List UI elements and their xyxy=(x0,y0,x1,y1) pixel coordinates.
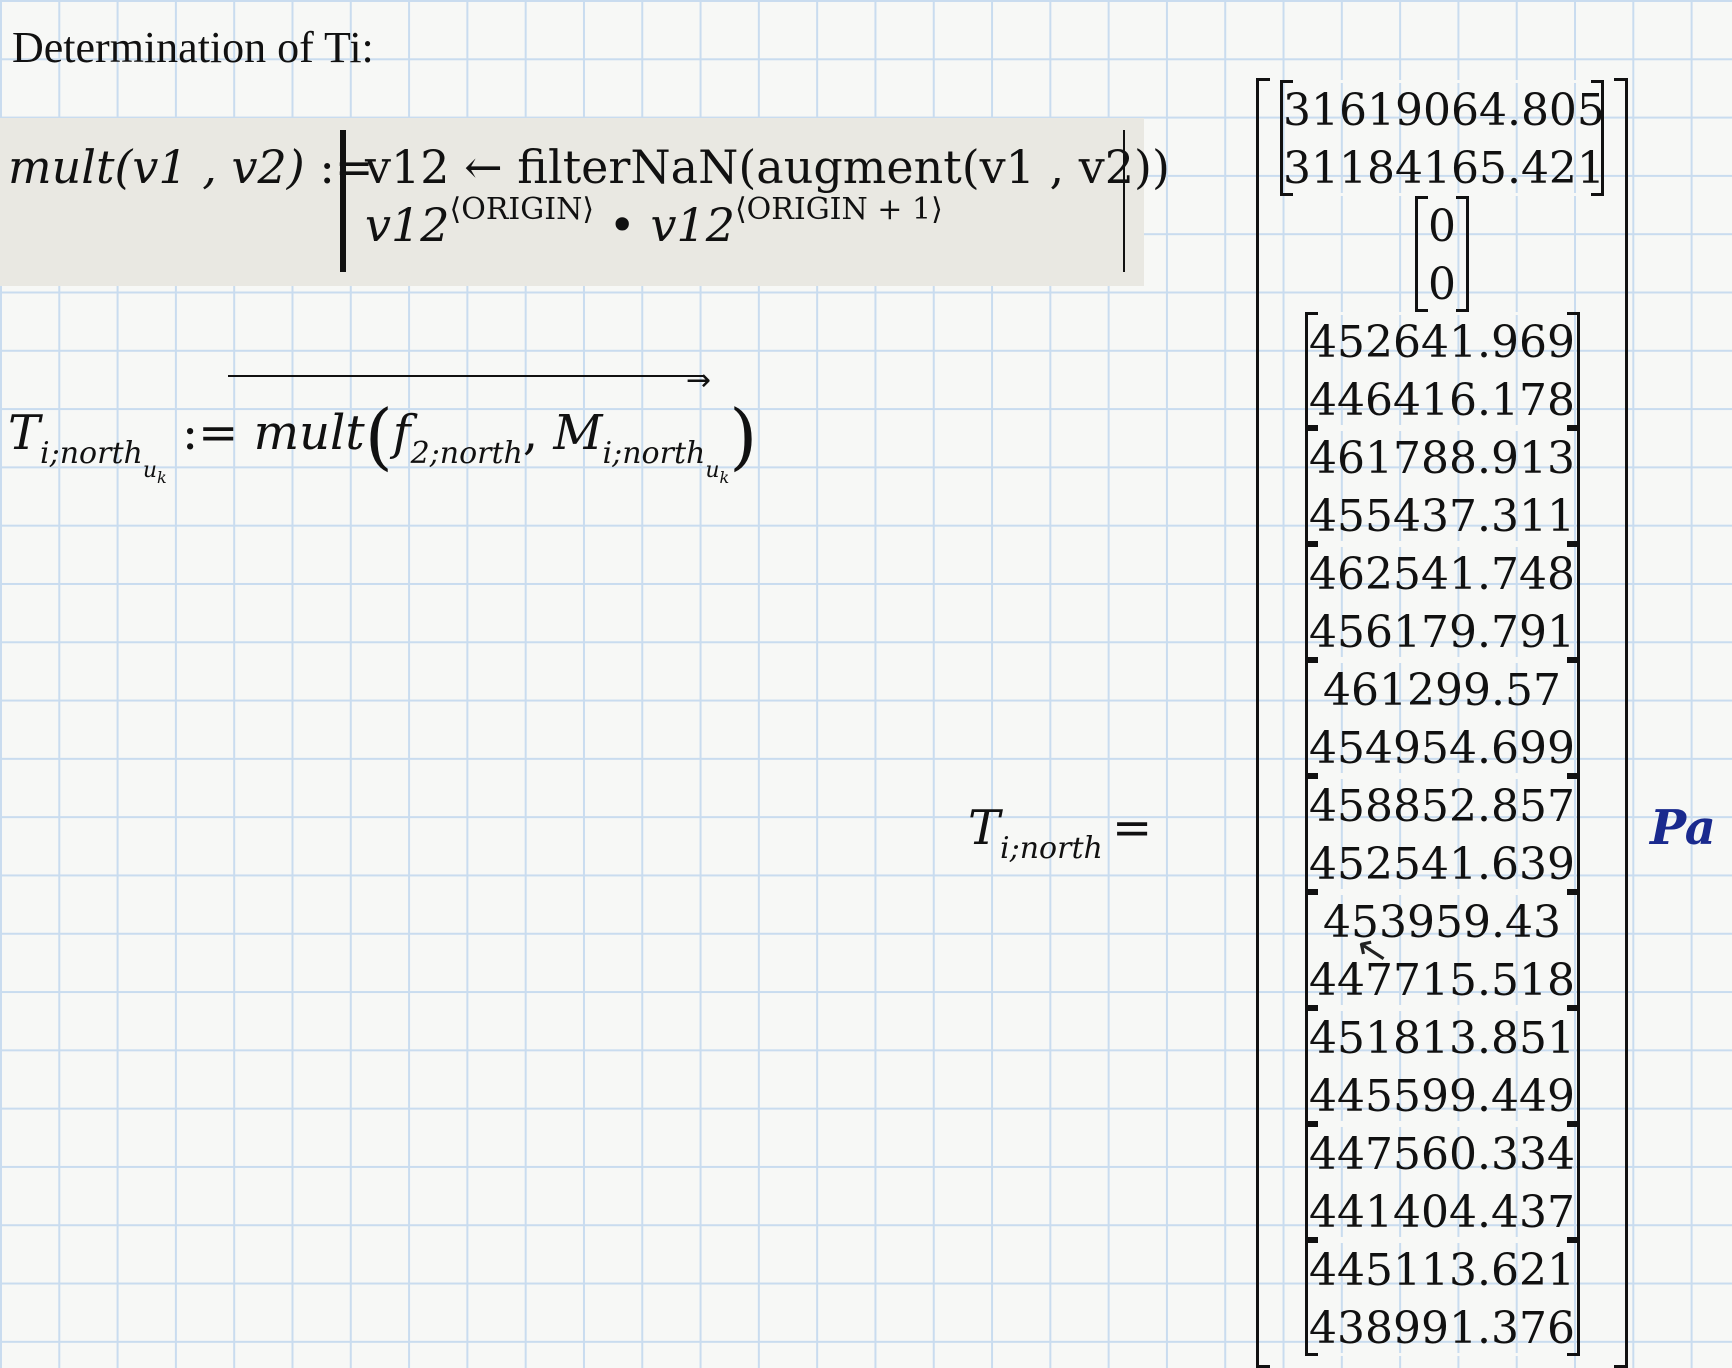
program-line-2-sup1: ⟨ORIGIN⟩ xyxy=(449,192,595,227)
result-unit[interactable]: Pa xyxy=(1650,800,1716,856)
matrix-value: 451813.851 xyxy=(1309,1013,1575,1064)
matrix-block[interactable]: 445113.621 438991.376 xyxy=(1304,1240,1580,1356)
bracket-gap xyxy=(1317,1240,1567,1243)
matrix-block[interactable]: 462541.748 456179.791 xyxy=(1304,544,1580,660)
matrix-value: 446416.178 xyxy=(1309,375,1575,426)
matrix-value: 438991.376 xyxy=(1309,1303,1575,1354)
program-line-1-text: v12 ← filterNaN(augment(v1 , v2)) xyxy=(365,140,1170,194)
matrix-block[interactable]: 458852.857 452541.639 xyxy=(1304,776,1580,892)
matrix-value: 461788.913 xyxy=(1309,433,1575,484)
matrix-block[interactable]: 453959.43 447715.518 xyxy=(1304,892,1580,1008)
bracket-gap xyxy=(1317,544,1567,547)
matrix-value: 454954.699 xyxy=(1309,723,1575,774)
definition-arg2-sub: i;north xyxy=(602,436,706,471)
result-lhs-sub: i;north xyxy=(1000,831,1103,866)
matrix-block[interactable]: 461788.913 455437.311 xyxy=(1304,428,1580,544)
matrix-block[interactable]: 00 xyxy=(1414,196,1470,312)
matrix-value: 452541.639 xyxy=(1309,839,1575,890)
vectorize-bar xyxy=(228,375,704,377)
result-matrix-right-bracket xyxy=(1614,78,1628,1368)
bracket-gap xyxy=(1317,892,1567,895)
definition-comma: , xyxy=(522,405,554,461)
matrix-value: 455437.311 xyxy=(1309,491,1575,542)
definition-lhs-sub: i;north xyxy=(40,436,143,471)
matrix-value: 0 xyxy=(1428,201,1456,252)
bracket-gap xyxy=(1317,660,1567,663)
program-line-2-sup2: ⟨ORIGIN + 1⟩ xyxy=(734,192,943,227)
definition-arg2-subsubsub: k xyxy=(719,468,730,487)
matrix-value: 0 xyxy=(1428,259,1456,310)
bracket-gap xyxy=(1317,1008,1567,1011)
definition-lhs-var: T xyxy=(8,405,41,461)
program-lhs[interactable]: mult(v1 , v2) := xyxy=(8,140,373,194)
matrix-value: 456179.791 xyxy=(1309,607,1575,658)
matrix-value: 452641.969 xyxy=(1309,317,1575,368)
program-function-name: mult(v1 , v2) xyxy=(8,140,305,194)
bracket-gap xyxy=(1317,776,1567,779)
matrix-value: 445599.449 xyxy=(1309,1071,1575,1122)
matrix-block[interactable]: 452641.969 446416.178 xyxy=(1304,312,1580,428)
matrix-value: 461299.57 xyxy=(1323,665,1561,716)
matrix-block[interactable]: 31619064.805 31184165.421 xyxy=(1280,80,1605,196)
definition-expression[interactable]: Ti;northuk := mult(f2;north, Mi;northuk) xyxy=(8,382,757,487)
matrix-block[interactable]: 461299.57 454954.699 xyxy=(1304,660,1580,776)
result-lhs-var: T xyxy=(968,800,1001,856)
program-line-2[interactable]: v12⟨ORIGIN⟩ • v12⟨ORIGIN + 1⟩ xyxy=(365,192,943,252)
matrix-block[interactable]: 451813.851 445599.449 xyxy=(1304,1008,1580,1124)
matrix-value: 447560.334 xyxy=(1309,1129,1575,1180)
result-lhs[interactable]: Ti;north xyxy=(968,800,1103,866)
matrix-value: 31619064.805 xyxy=(1283,85,1605,136)
section-heading: Determination of Ti: xyxy=(12,23,374,72)
program-line-1[interactable]: v12 ← filterNaN(augment(v1 , v2)) xyxy=(365,140,1170,194)
definition-lhs-subsubsub: k xyxy=(157,468,167,487)
definition-arg2-subsub: u xyxy=(705,458,720,483)
matrix-value: 458852.857 xyxy=(1309,781,1575,832)
matrix-block[interactable]: 447560.334 441404.437 xyxy=(1304,1124,1580,1240)
program-line-2-base2: v12 xyxy=(650,198,735,252)
definition-assign-operator: := xyxy=(181,405,239,461)
bracket-gap xyxy=(1317,312,1567,315)
matrix-value: 447715.518 xyxy=(1309,955,1575,1006)
bracket-gap xyxy=(1427,196,1457,199)
definition-func: mult xyxy=(253,405,365,461)
definition-open-paren: ( xyxy=(364,394,393,478)
bracket-gap xyxy=(1317,1124,1567,1127)
definition-arg2-var: M xyxy=(553,405,603,461)
matrix-value: 453959.43 xyxy=(1323,897,1561,948)
matrix-value: 31184165.421 xyxy=(1283,143,1605,194)
result-equals: = xyxy=(1112,800,1153,856)
bracket-gap xyxy=(1293,80,1591,83)
definition-lhs-subsub: u xyxy=(142,458,157,483)
program-bar xyxy=(340,130,346,272)
definition-close-paren: ) xyxy=(729,394,758,478)
definition-arg1-var: f xyxy=(392,405,411,461)
matrix-value: 445113.621 xyxy=(1309,1245,1575,1296)
definition-arg1-sub: 2;north xyxy=(410,436,523,471)
bracket-gap xyxy=(1317,428,1567,431)
matrix-value: 462541.748 xyxy=(1309,549,1575,600)
matrix-value: 441404.437 xyxy=(1309,1187,1575,1238)
result-matrix-left-bracket xyxy=(1256,78,1270,1368)
program-line-2-base1: v12 xyxy=(365,198,450,252)
program-line-2-dot: • xyxy=(608,198,636,252)
